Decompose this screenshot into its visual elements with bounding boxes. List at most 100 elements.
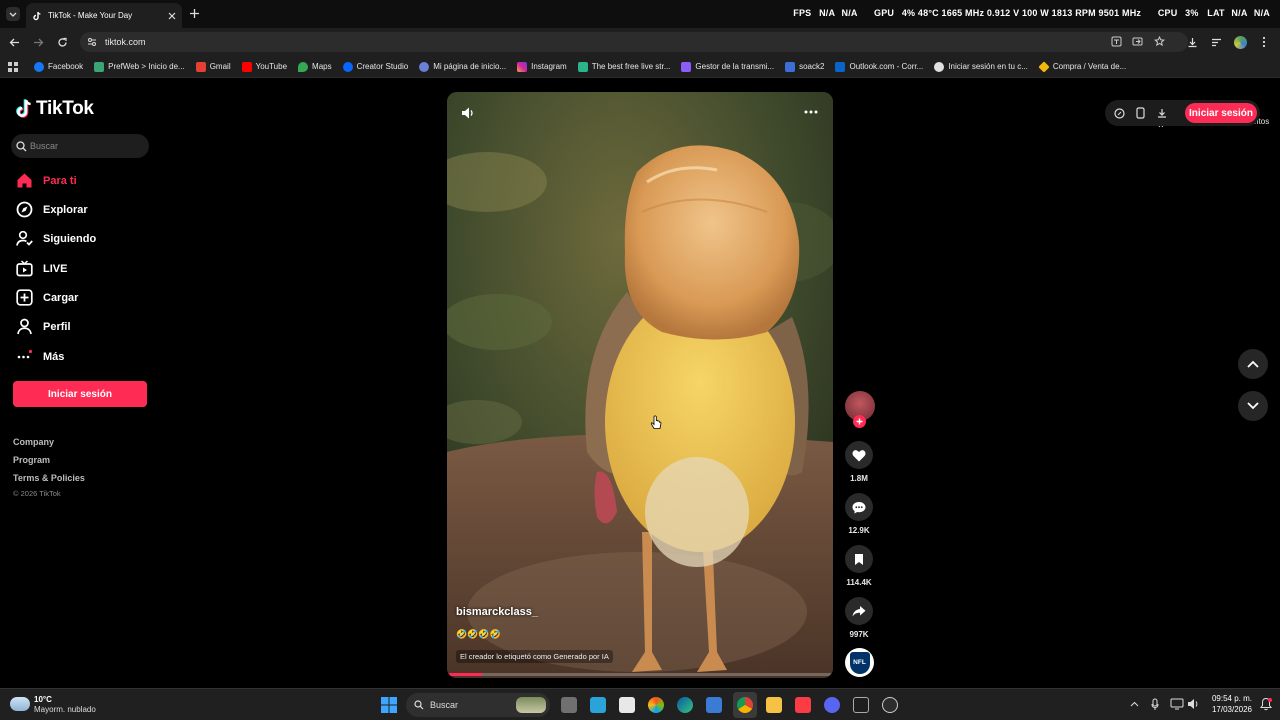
nav-item-cargar[interactable]: Cargar <box>16 289 78 306</box>
site-info-icon[interactable] <box>87 37 97 47</box>
address-field[interactable]: tiktok.com <box>80 32 1188 52</box>
discord-icon[interactable] <box>824 697 840 713</box>
mail-icon[interactable] <box>706 697 722 713</box>
like-button[interactable] <box>845 441 873 469</box>
bookmark-live-streaming[interactable]: The best free live str... <box>577 61 670 72</box>
nav-label: LIVE <box>43 262 68 275</box>
nav-item-perfil[interactable]: Perfil <box>16 318 71 335</box>
copilot-icon[interactable] <box>648 697 664 713</box>
bookmarks-bar: Facebook PrefWeb > Inicio de... Gmail Yo… <box>0 56 1280 128</box>
ai-label: El creador lo etiquetó como Generado por… <box>456 650 613 663</box>
profile-icon <box>17 318 32 335</box>
bookmark-iniciar-sesion[interactable]: Iniciar sesión en tu c... <box>934 61 1028 72</box>
device-icon[interactable] <box>1136 107 1145 119</box>
search-input[interactable]: Buscar <box>11 134 149 158</box>
bookmark-creator-studio[interactable]: Creator Studio <box>342 61 409 72</box>
download-icon[interactable] <box>1187 37 1198 48</box>
bookmark-compra-venta[interactable]: Compra / Venta de... <box>1038 60 1126 73</box>
nav-item-mas[interactable]: Más <box>16 348 64 365</box>
windows-taskbar: 10°C Mayorm. nublado Buscar 09:54 p. m. … <box>0 688 1280 720</box>
bookmark-gestor[interactable]: Gestor de la transmi... <box>681 61 775 72</box>
cast-icon[interactable] <box>1132 36 1143 47</box>
next-video-button[interactable] <box>1238 391 1268 421</box>
bookmark-facebook[interactable]: Facebook <box>34 61 83 72</box>
more-options-icon[interactable] <box>804 110 818 114</box>
bookmark-prefweb[interactable]: PrefWeb > Inicio de... <box>94 61 185 72</box>
bookmark-outlook[interactable]: Outlook.com - Corr... <box>835 61 923 72</box>
file-explorer-icon[interactable] <box>766 697 782 713</box>
notification-bell-icon[interactable] <box>1259 697 1273 711</box>
translate-icon[interactable] <box>1111 36 1122 47</box>
bookmark-label: Gestor de la transmi... <box>695 62 775 71</box>
reload-icon[interactable] <box>57 37 68 48</box>
video-author[interactable]: bismarckclass_ <box>456 606 538 618</box>
browser-toolbar: tiktok.com <box>0 28 1280 56</box>
like-action[interactable]: 1.8M <box>845 441 873 483</box>
nav-item-para-ti[interactable]: Para ti <box>16 172 77 189</box>
volume-icon[interactable] <box>461 106 475 120</box>
star-icon[interactable] <box>1154 36 1165 47</box>
bookmark-maps[interactable]: Maps <box>298 61 332 72</box>
share-button[interactable] <box>845 597 873 625</box>
gmail-icon <box>195 61 206 72</box>
windows-start-icon[interactable] <box>381 697 397 713</box>
coin-icon[interactable] <box>1114 108 1125 119</box>
widgets-icon[interactable] <box>590 697 606 713</box>
back-arrow-icon[interactable] <box>9 37 20 48</box>
new-tab-icon[interactable] <box>189 8 200 19</box>
plus-icon <box>856 418 863 425</box>
nav-item-live[interactable]: LIVE <box>16 260 67 277</box>
comment-action[interactable]: 12.9K <box>845 493 873 535</box>
lat-value: N/A <box>1231 8 1248 18</box>
browser-menu-icon[interactable] <box>1262 36 1266 48</box>
network-icon[interactable] <box>1170 698 1184 710</box>
fps-label: FPS <box>793 8 812 18</box>
chrome-icon[interactable] <box>737 697 753 713</box>
obs-icon[interactable] <box>882 697 898 713</box>
chevron-up-icon <box>1247 360 1259 368</box>
bookmark-gmail[interactable]: Gmail <box>195 61 231 72</box>
forward-arrow-icon[interactable] <box>33 37 44 48</box>
bookmark-youtube[interactable]: YouTube <box>241 61 287 72</box>
video-player[interactable]: bismarckclass_ 🤣🤣🤣🤣 El creador lo etique… <box>447 92 833 678</box>
bookmark-soack2[interactable]: soack2 <box>785 61 824 72</box>
comment-button[interactable] <box>845 493 873 521</box>
edge-icon[interactable] <box>677 697 693 713</box>
chevron-up-icon[interactable] <box>1130 701 1139 707</box>
task-view-icon[interactable] <box>561 697 577 713</box>
footer-link-company[interactable]: Company <box>13 437 54 447</box>
microphone-icon[interactable] <box>1151 698 1159 711</box>
streaming-icon <box>577 61 588 72</box>
taskbar-search[interactable]: Buscar <box>406 693 550 717</box>
header-login-button[interactable]: Iniciar sesión <box>1185 103 1257 123</box>
profile-avatar-icon[interactable] <box>1234 36 1247 49</box>
volume-icon[interactable] <box>1187 698 1199 710</box>
previous-video-button[interactable] <box>1238 349 1268 379</box>
tiktok-logo[interactable]: TikTok <box>16 98 94 120</box>
upload-icon <box>16 289 33 306</box>
share-action[interactable]: 997K <box>845 597 873 639</box>
follow-button[interactable] <box>853 415 866 428</box>
bookmark-mi-pagina[interactable]: Mi página de inicio... <box>419 61 506 72</box>
nav-item-siguiendo[interactable]: Siguiendo <box>16 230 96 247</box>
reading-list-icon[interactable] <box>1211 37 1222 48</box>
download-app-icon[interactable] <box>1157 108 1167 118</box>
close-icon[interactable] <box>168 12 176 20</box>
bookmark-instagram[interactable]: Instagram <box>517 61 567 72</box>
login-button[interactable]: Iniciar sesión <box>13 381 147 407</box>
itunes-icon[interactable] <box>795 697 811 713</box>
epic-games-icon[interactable] <box>853 697 869 713</box>
tab-list-button[interactable] <box>6 7 20 21</box>
video-progress-track[interactable] <box>447 673 833 676</box>
footer-link-terms[interactable]: Terms & Policies <box>13 473 85 483</box>
save-button[interactable] <box>845 545 873 573</box>
nfl-logo: NFL <box>849 651 870 674</box>
music-disc[interactable]: NFL <box>845 648 874 677</box>
save-action[interactable]: 114.4K <box>845 545 873 587</box>
store-icon[interactable] <box>619 697 635 713</box>
bookmark-label: Creator Studio <box>356 62 409 71</box>
browser-tab[interactable]: TikTok - Make Your Day <box>26 3 182 28</box>
apps-grid-icon[interactable] <box>8 61 18 72</box>
nav-item-explorar[interactable]: Explorar <box>16 201 88 218</box>
footer-link-program[interactable]: Program <box>13 455 50 465</box>
